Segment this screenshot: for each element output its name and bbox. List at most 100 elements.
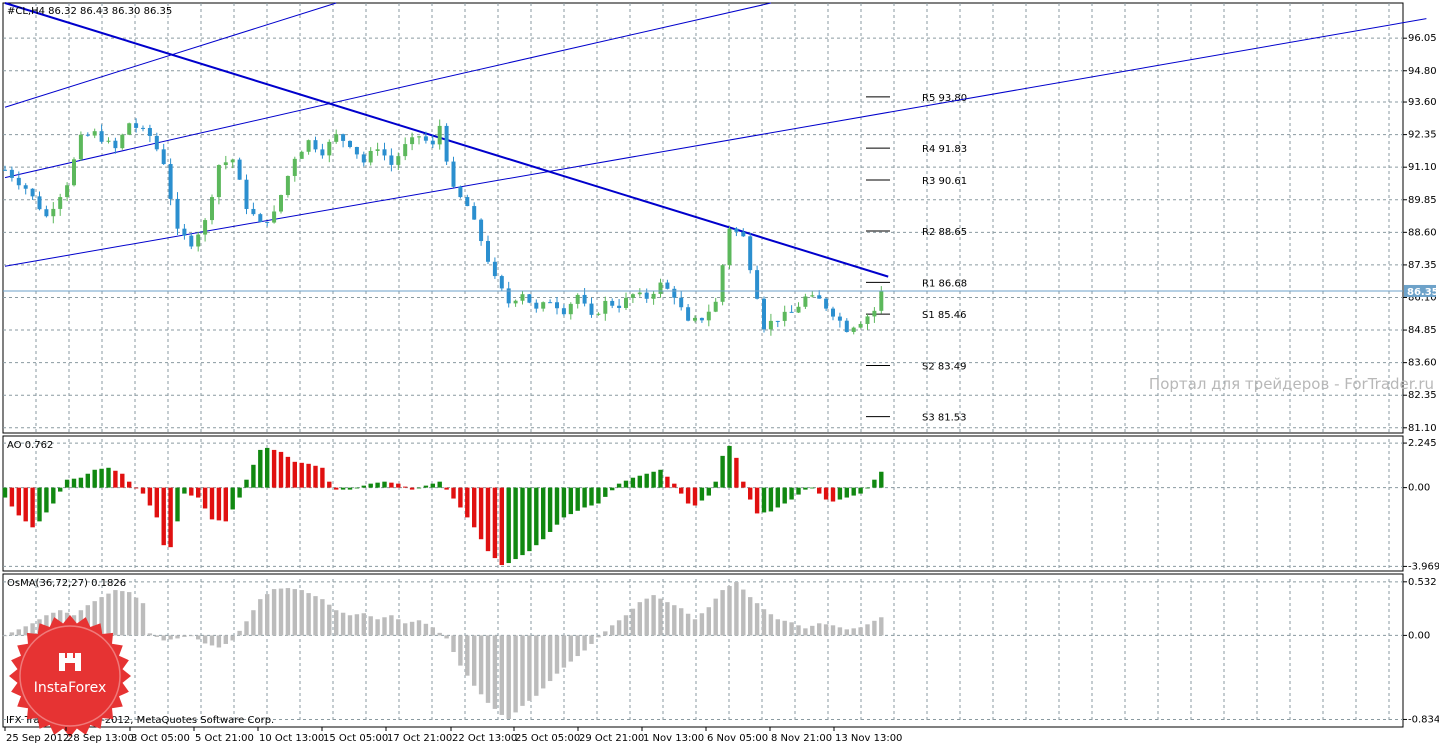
ao-tick-label: -3.969 (1408, 561, 1439, 572)
osma-bar (761, 609, 767, 636)
candle-body (486, 241, 490, 262)
ao-bar (610, 487, 615, 491)
ao-bar (2, 487, 8, 498)
candle-body (651, 293, 656, 299)
candle-body (320, 149, 325, 156)
osma-bar (306, 593, 311, 636)
price-tick-label: 96.05 (1408, 33, 1437, 44)
osma-bar (534, 635, 539, 696)
candle-body (451, 161, 456, 187)
price-axis: 96.05 94.80 93.60 92.35 91.10 89.85 88.60 87.35… (1403, 33, 1437, 434)
ao-bar (78, 477, 84, 488)
candle-body (568, 303, 573, 315)
candle-body (348, 140, 352, 147)
candle-body (237, 159, 242, 180)
ao-bar (478, 487, 484, 540)
candle-body (541, 302, 546, 309)
osma-bar (485, 635, 491, 703)
candle-body (85, 134, 90, 136)
candle-body (865, 316, 870, 324)
ao-bar (30, 487, 35, 528)
ao-bar (679, 487, 684, 494)
ao-bar (258, 449, 263, 488)
ao-bar (789, 487, 794, 500)
ao-bar (575, 487, 580, 511)
candle-body (630, 294, 635, 298)
osma-bar (679, 608, 684, 636)
osma-bar (879, 617, 884, 636)
osma-bar (748, 597, 753, 636)
candle-body (210, 197, 214, 221)
osma-tick-label: 0.532 (1408, 577, 1437, 588)
osma-bar (796, 625, 801, 636)
candle-body (230, 159, 235, 163)
osma-bar (734, 582, 739, 636)
ao-axis: 2.245 0.00 -3.969 (1403, 438, 1439, 572)
price-tick-label: 83.60 (1408, 358, 1437, 369)
candle-body (334, 134, 339, 142)
candle-body (23, 185, 28, 189)
candle-body (196, 234, 201, 247)
osma-bar (133, 597, 139, 636)
osma-panel: OsMA(36,72,27) 0.1826 0.532 0.00 -0.8348 I… (2, 573, 1439, 728)
ao-bar (37, 487, 42, 522)
ao-bar (51, 487, 56, 504)
candle-body (265, 221, 270, 223)
candle-body (720, 265, 725, 302)
ao-label: AO 0.762 (7, 440, 53, 451)
osma-bar (265, 594, 270, 636)
ao-bar (699, 487, 705, 501)
osma-tick-label: 0.00 (1408, 630, 1430, 641)
osma-bar (127, 592, 132, 636)
candle-body (51, 208, 56, 217)
candle-body (713, 301, 718, 312)
candle-body (3, 169, 7, 171)
osma-bar (175, 635, 180, 639)
candle-body (430, 140, 435, 145)
candle-body (327, 141, 332, 156)
osma-bar (444, 635, 449, 639)
ao-bar (216, 487, 222, 521)
osma-bar (182, 635, 187, 637)
candle-body (527, 294, 532, 303)
ao-bar (465, 487, 470, 518)
osma-bar (830, 625, 836, 636)
osma-bar (817, 623, 822, 636)
candle-body (803, 296, 808, 307)
osma-bar (561, 635, 567, 668)
candle-body (37, 196, 42, 210)
candle-body (665, 282, 670, 289)
ao-bar (485, 487, 491, 552)
candle-body (92, 131, 97, 136)
ao-bar (230, 487, 235, 510)
trading-chart[interactable]: Портал для трейдеров - ForTrader.ru R5 9… (0, 0, 1439, 745)
candle-body (637, 292, 642, 295)
trend-lines (4, 2, 1427, 278)
candle-body (127, 123, 132, 135)
osma-bar (713, 598, 718, 636)
candle-body (548, 302, 553, 304)
osma-bar (223, 635, 228, 644)
ao-bar (830, 487, 836, 502)
candle-body (306, 140, 311, 152)
candle-body (762, 298, 766, 330)
candle-body (561, 308, 566, 315)
candle-body (375, 149, 380, 151)
ao-bar (409, 487, 415, 490)
osma-bar (154, 635, 159, 637)
osma-bar (9, 632, 15, 636)
ao-bar (285, 456, 291, 488)
candle-body (817, 295, 822, 299)
ao-bar (58, 487, 63, 492)
osma-bar (872, 620, 877, 636)
candle-body (465, 197, 470, 207)
ao-bar (727, 445, 732, 488)
ao-bar (554, 487, 560, 525)
osma-bar (610, 625, 615, 636)
pivot-label: R3 90.61 (922, 176, 967, 187)
osma-bar (258, 599, 263, 636)
ao-bar (520, 487, 525, 556)
osma-bar (768, 614, 774, 636)
osma-bar (389, 615, 394, 636)
candle-body (203, 220, 208, 235)
